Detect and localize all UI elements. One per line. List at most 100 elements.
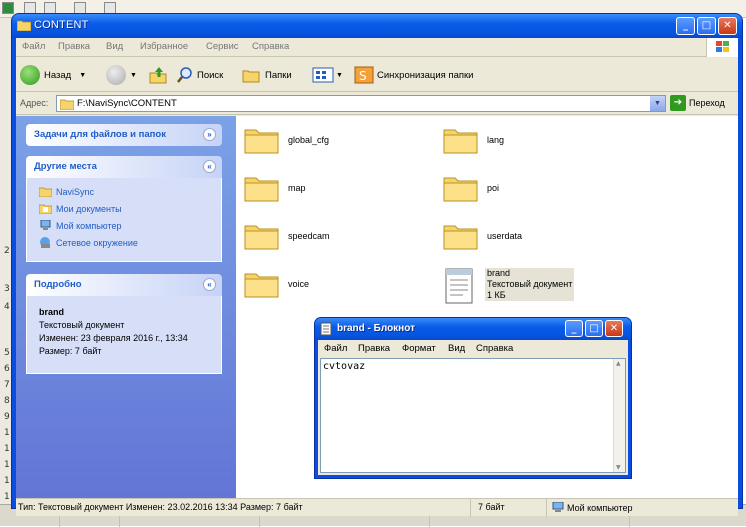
- notepad-menu-edit[interactable]: Правка: [358, 343, 390, 354]
- notepad-menu-view[interactable]: Вид: [448, 343, 465, 354]
- network-icon: [40, 237, 50, 248]
- views-button[interactable]: ▼: [312, 63, 343, 87]
- place-my-computer[interactable]: Мой компьютер: [39, 220, 122, 231]
- redo-icon[interactable]: [74, 2, 86, 14]
- item-name: brand Текстовый документ 1 КБ: [485, 268, 575, 301]
- address-input[interactable]: F:\NaviSync\CONTENT ▼: [56, 95, 666, 112]
- folder-item[interactable]: speedcam: [244, 216, 434, 256]
- folders-icon: [242, 70, 260, 83]
- minimize-button[interactable]: _: [676, 17, 695, 35]
- other-places-body: NaviSync Мои документы Мой компьютер Сет…: [26, 178, 222, 262]
- file-item[interactable]: brand Текстовый документ 1 КБ: [443, 264, 633, 304]
- explorer-title: CONTENT: [34, 19, 89, 31]
- search-label: Поиск: [197, 69, 224, 81]
- notepad-scrollbar[interactable]: ▲ ▼: [613, 359, 625, 472]
- sync-button[interactable]: S Синхронизация папки: [354, 63, 474, 87]
- text-document-icon: [443, 268, 479, 304]
- folder-item[interactable]: poi: [443, 168, 633, 208]
- place-network[interactable]: Сетевое окружение: [39, 237, 138, 248]
- notepad-maximize-button[interactable]: □: [585, 320, 603, 337]
- place-label: NaviSync: [56, 186, 95, 197]
- folders-label: Папки: [265, 69, 292, 81]
- status-bar: Тип: Текстовый документ Изменен: 23.02.2…: [16, 498, 738, 517]
- menu-favorites[interactable]: Избранное: [140, 41, 188, 52]
- folder-item[interactable]: map: [244, 168, 434, 208]
- windows-logo-icon: [706, 38, 738, 57]
- sync-icon: S: [354, 66, 374, 84]
- notepad-text-area[interactable]: cvtovaz ▲ ▼: [320, 358, 626, 473]
- item-name: voice: [288, 279, 310, 289]
- go-button[interactable]: ➔ Переход: [670, 95, 725, 111]
- place-label: Сетевое окружение: [56, 237, 138, 248]
- dropdown-arrow-icon[interactable]: ▼: [336, 72, 343, 79]
- menu-file[interactable]: Файл: [22, 41, 45, 52]
- go-arrow-icon: ➔: [670, 95, 686, 111]
- folder-item[interactable]: lang: [443, 120, 633, 160]
- details-title: Подробно: [34, 279, 82, 290]
- sync-label: Синхронизация папки: [377, 69, 474, 81]
- search-button[interactable]: Поиск: [176, 63, 223, 87]
- expand-chevron-icon[interactable]: »: [203, 128, 216, 141]
- folder-icon: [244, 124, 280, 154]
- item-name: poi: [487, 183, 500, 193]
- file-tasks-title: Задачи для файлов и папок: [34, 129, 166, 140]
- save-icon[interactable]: [24, 2, 36, 14]
- folder-icon: [17, 20, 31, 31]
- undo-icon[interactable]: [44, 2, 56, 14]
- details-name: brand: [39, 307, 65, 317]
- other-places-header[interactable]: Другие места «: [26, 156, 222, 178]
- maximize-button[interactable]: □: [697, 17, 716, 35]
- details-type: Текстовый документ: [39, 320, 125, 330]
- place-navisync[interactable]: NaviSync: [39, 186, 94, 197]
- print-icon[interactable]: [104, 2, 116, 14]
- menu-view[interactable]: Вид: [106, 41, 123, 52]
- notepad-menu-help[interactable]: Справка: [476, 343, 513, 354]
- forward-button[interactable]: ▼: [106, 63, 137, 87]
- details-modified: Изменен: 23 февраля 2016 г., 13:34: [39, 333, 188, 343]
- folders-button[interactable]: Папки: [242, 63, 292, 87]
- file-tasks-header[interactable]: Задачи для файлов и папок »: [26, 124, 222, 146]
- other-places-title: Другие места: [34, 161, 97, 172]
- computer-icon: [40, 220, 51, 230]
- folder-item[interactable]: global_cfg: [244, 120, 434, 160]
- up-folder-icon: [149, 67, 167, 84]
- folder-item[interactable]: voice: [244, 264, 434, 304]
- dropdown-arrow-icon[interactable]: ▼: [130, 72, 137, 79]
- notepad-content: cvtovaz: [323, 361, 366, 372]
- close-button[interactable]: ✕: [718, 17, 737, 35]
- notepad-titlebar[interactable]: brand - Блокнот _ □ ✕: [315, 318, 631, 340]
- details-header[interactable]: Подробно «: [26, 274, 222, 296]
- collapse-chevron-icon[interactable]: «: [203, 278, 216, 291]
- item-name: lang: [487, 135, 505, 145]
- dropdown-arrow-icon[interactable]: ▼: [79, 72, 86, 79]
- status-location: Мой компьютер: [552, 502, 633, 513]
- notepad-title: brand - Блокнот: [337, 323, 415, 334]
- notepad-menu-format[interactable]: Формат: [402, 343, 436, 354]
- status-size: 7 байт: [478, 502, 505, 512]
- folder-icon: [39, 187, 52, 197]
- notepad-close-button[interactable]: ✕: [605, 320, 623, 337]
- collapse-chevron-icon[interactable]: «: [203, 160, 216, 173]
- notepad-menu-file[interactable]: Файл: [324, 343, 347, 354]
- place-my-documents[interactable]: Мои документы: [39, 203, 122, 214]
- back-button[interactable]: Назад ▼: [20, 63, 86, 87]
- menu-help[interactable]: Справка: [252, 41, 289, 52]
- folder-item[interactable]: userdata: [443, 216, 633, 256]
- back-arrow-icon: [20, 65, 40, 85]
- up-folder-button[interactable]: [148, 63, 168, 87]
- menu-tools[interactable]: Сервис: [206, 41, 239, 52]
- folder-icon: [244, 220, 280, 250]
- views-icon: [312, 67, 334, 83]
- search-icon: [177, 67, 192, 83]
- folder-icon: [443, 172, 479, 202]
- vertical-scrollbar[interactable]: [724, 116, 738, 498]
- explorer-titlebar[interactable]: CONTENT _ □ ✕: [12, 14, 742, 38]
- menu-edit[interactable]: Правка: [58, 41, 90, 52]
- notepad-minimize-button[interactable]: _: [565, 320, 583, 337]
- notepad-menubar: Файл Правка Формат Вид Справка: [318, 340, 628, 356]
- forward-arrow-icon: [106, 65, 126, 85]
- excel-icon: [2, 2, 14, 14]
- address-dropdown-icon[interactable]: ▼: [650, 96, 665, 111]
- toolbar: Назад ▼ ▼ Поиск Папки ▼ S Синхронизация …: [16, 58, 738, 92]
- folder-icon: [443, 124, 479, 154]
